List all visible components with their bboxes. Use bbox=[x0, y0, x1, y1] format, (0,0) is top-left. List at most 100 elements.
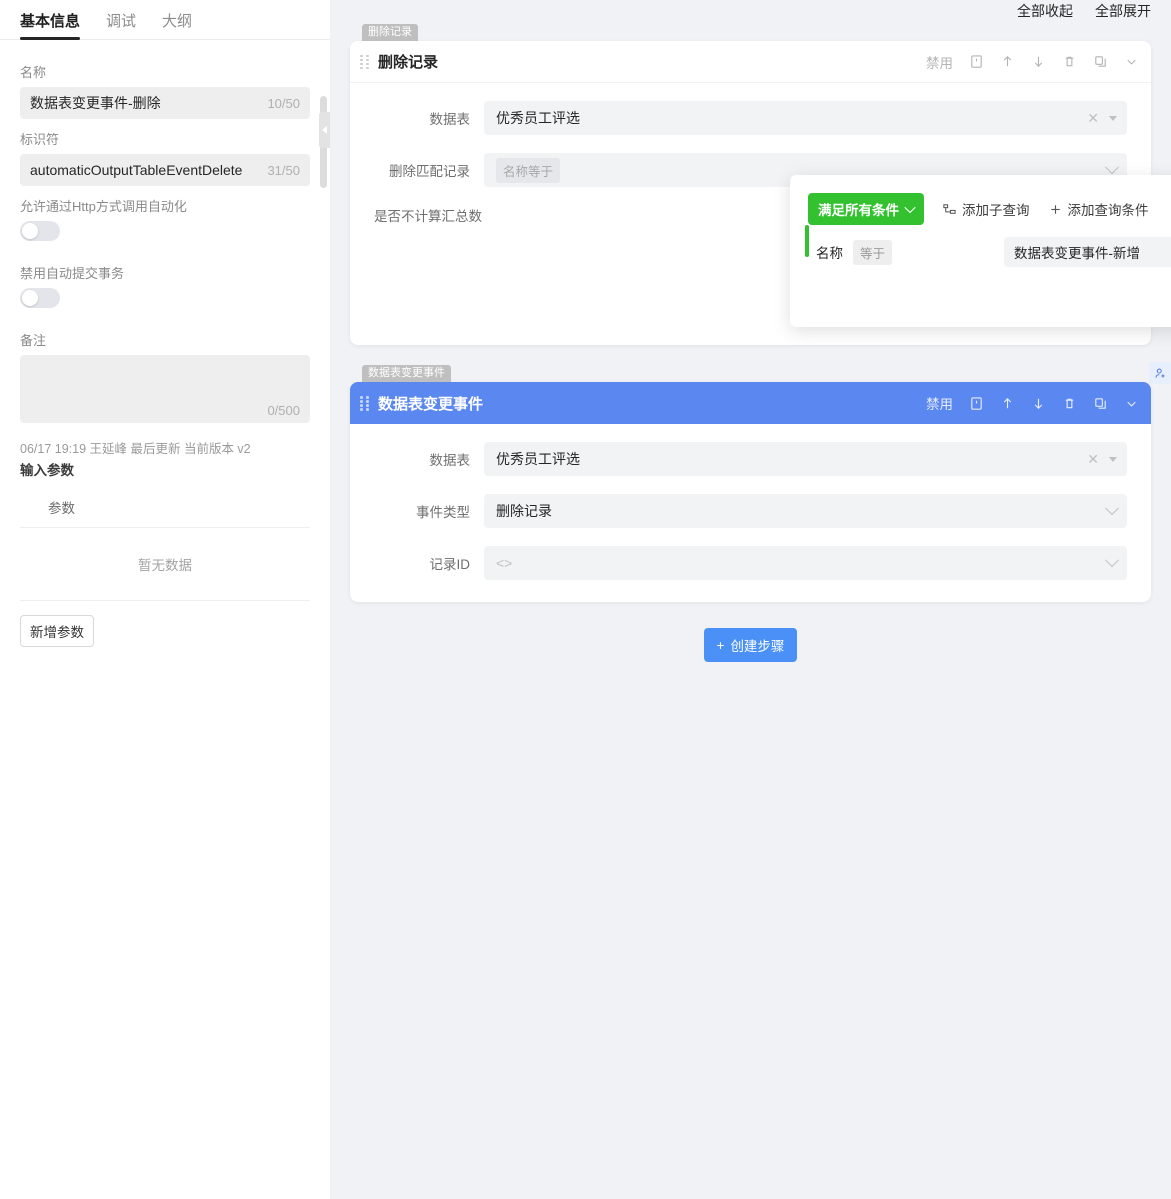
card2-title: 数据表变更事件 bbox=[378, 393, 483, 414]
match-mode-dropdown[interactable]: 满足所有条件 bbox=[808, 193, 924, 225]
remark-counter: 0/500 bbox=[267, 403, 300, 418]
move-down-icon[interactable] bbox=[1031, 54, 1046, 69]
disable-button[interactable]: 禁用 bbox=[926, 52, 953, 72]
card2-select-datatable[interactable]: 优秀员工评选 ✕ bbox=[484, 442, 1127, 476]
disable-button[interactable]: 禁用 bbox=[926, 393, 953, 413]
condition-row: 名称 等于 数据表变更事件-新增 原始值 忽略空值 bbox=[808, 237, 1171, 267]
condition-operator[interactable]: 等于 bbox=[853, 240, 892, 265]
create-step-wrap: + 创建步骤 bbox=[350, 628, 1151, 662]
condition-group-bar bbox=[805, 225, 809, 257]
params-table: 参数 暂无数据 bbox=[20, 489, 310, 601]
move-down-icon[interactable] bbox=[1031, 396, 1046, 411]
card2-row-datatable: 数据表 优秀员工评选 ✕ bbox=[374, 442, 1127, 476]
http-toggle-label: 允许通过Http方式调用自动化 bbox=[20, 196, 310, 215]
last-updated-meta: 06/17 19:19 王延峰 最后更新 当前版本 v2 bbox=[20, 441, 310, 458]
add-subquery-label: 添加子查询 bbox=[962, 199, 1030, 219]
card2-value-eventtype: 删除记录 bbox=[496, 501, 1107, 521]
card1-value-datatable: 优秀员工评选 bbox=[496, 108, 1087, 128]
identifier-input-value: automaticOutputTableEventDelete bbox=[30, 162, 242, 178]
card2-recordid-icons bbox=[1107, 558, 1117, 568]
params-column-header: 参数 bbox=[20, 489, 310, 528]
assign-user-icon[interactable] bbox=[1149, 362, 1171, 384]
chevron-down-icon[interactable] bbox=[1105, 501, 1119, 515]
card2-select-recordid[interactable]: <> bbox=[484, 546, 1127, 580]
steps-canvas: 删除记录 删除记录 禁用 bbox=[330, 22, 1171, 662]
identifier-input[interactable]: automaticOutputTableEventDelete 31/50 bbox=[20, 154, 310, 186]
card1-label-datatable: 数据表 bbox=[374, 108, 484, 128]
caret-down-icon[interactable] bbox=[1109, 116, 1117, 121]
card2-label-datatable: 数据表 bbox=[374, 449, 484, 469]
chevron-down-icon bbox=[904, 202, 915, 213]
chevron-down-icon[interactable] bbox=[1105, 160, 1119, 174]
card1-label-summary: 是否不计算汇总数 bbox=[374, 205, 482, 225]
note-icon[interactable] bbox=[969, 396, 984, 411]
add-condition-button[interactable]: 添加查询条件 bbox=[1048, 199, 1149, 219]
move-up-icon[interactable] bbox=[1000, 396, 1015, 411]
input-params-heading: 输入参数 bbox=[20, 459, 310, 479]
collapse-all-button[interactable]: 全部收起 bbox=[1017, 1, 1073, 21]
card2-row-eventtype: 事件类型 删除记录 bbox=[374, 494, 1127, 528]
card1-row-datatable: 数据表 优秀员工评选 ✕ bbox=[374, 101, 1127, 135]
chevron-down-icon[interactable] bbox=[1124, 396, 1139, 411]
name-input[interactable]: 数据表变更事件-删除 10/50 bbox=[20, 87, 310, 119]
card2-header: 数据表变更事件 禁用 bbox=[350, 382, 1151, 424]
expand-all-button[interactable]: 全部展开 bbox=[1095, 1, 1151, 21]
tab-debug[interactable]: 调试 bbox=[106, 10, 136, 39]
identifier-counter: 31/50 bbox=[267, 163, 300, 178]
chevron-down-icon[interactable] bbox=[1105, 553, 1119, 567]
clear-icon[interactable]: ✕ bbox=[1087, 111, 1099, 125]
card1-match-icons bbox=[1107, 165, 1117, 175]
sidebar-body: 名称 数据表变更事件-删除 10/50 标识符 automaticOutputT… bbox=[0, 40, 330, 647]
copy-icon[interactable] bbox=[1093, 396, 1108, 411]
match-mode-label: 满足所有条件 bbox=[818, 199, 899, 219]
move-up-icon[interactable] bbox=[1000, 54, 1015, 69]
drag-handle-icon[interactable] bbox=[360, 396, 370, 410]
drag-handle-icon[interactable] bbox=[360, 55, 370, 69]
card2-node-tag: 数据表变更事件 bbox=[362, 365, 451, 382]
chevron-left-icon bbox=[322, 126, 327, 134]
card2-eventtype-icons bbox=[1107, 506, 1117, 516]
sidebar-collapse-handle[interactable] bbox=[319, 112, 330, 148]
plus-icon bbox=[1048, 202, 1063, 217]
note-icon[interactable] bbox=[969, 54, 984, 69]
tab-basic-info[interactable]: 基本信息 bbox=[20, 10, 80, 39]
condition-value-input[interactable]: 数据表变更事件-新增 bbox=[1004, 237, 1171, 267]
card1-label-match: 删除匹配记录 bbox=[374, 160, 484, 180]
plus-icon: + bbox=[717, 638, 725, 653]
popup-footer: 确定 bbox=[790, 267, 1171, 327]
condition-group: 名称 等于 数据表变更事件-新增 原始值 忽略空值 bbox=[790, 225, 1171, 267]
step-card-table-change-event: 数据表变更事件 禁用 bbox=[350, 382, 1151, 602]
card1-select-datatable[interactable]: 优秀员工评选 ✕ bbox=[484, 101, 1127, 135]
identifier-label: 标识符 bbox=[20, 129, 310, 148]
txn-toggle-switch[interactable] bbox=[20, 288, 60, 308]
card2-select-eventtype[interactable]: 删除记录 bbox=[484, 494, 1127, 528]
main-canvas: 全部收起 全部展开 删除记录 删除记录 禁用 bbox=[330, 0, 1171, 1199]
delete-icon[interactable] bbox=[1062, 396, 1077, 411]
card1-datatable-icons: ✕ bbox=[1087, 111, 1117, 125]
add-subquery-button[interactable]: 添加子查询 bbox=[942, 199, 1030, 219]
left-sidebar: 基本信息 调试 大纲 名称 数据表变更事件-删除 10/50 标识符 autom… bbox=[0, 0, 330, 1199]
card1-node-tag: 删除记录 bbox=[362, 24, 418, 41]
add-param-button[interactable]: 新增参数 bbox=[20, 615, 94, 647]
chevron-down-icon[interactable] bbox=[1124, 54, 1139, 69]
delete-icon[interactable] bbox=[1062, 54, 1077, 69]
card2-placeholder-recordid: <> bbox=[496, 555, 1107, 571]
clear-icon[interactable]: ✕ bbox=[1087, 452, 1099, 466]
remark-textarea[interactable]: 0/500 bbox=[20, 355, 310, 423]
copy-icon[interactable] bbox=[1093, 54, 1108, 69]
condition-field-label[interactable]: 名称 bbox=[816, 242, 843, 262]
card2-label-eventtype: 事件类型 bbox=[374, 501, 484, 521]
add-condition-label: 添加查询条件 bbox=[1068, 199, 1149, 219]
http-toggle-switch[interactable] bbox=[20, 221, 60, 241]
caret-down-icon[interactable] bbox=[1109, 457, 1117, 462]
create-step-label: 创建步骤 bbox=[730, 635, 784, 655]
card1-title: 删除记录 bbox=[378, 51, 438, 72]
card2-body: 数据表 优秀员工评选 ✕ 事件类型 删除记录 bbox=[350, 424, 1151, 602]
tab-outline[interactable]: 大纲 bbox=[162, 10, 192, 39]
create-step-button[interactable]: + 创建步骤 bbox=[704, 628, 798, 662]
card1-chip-match: 名称等于 bbox=[496, 158, 560, 183]
name-counter: 10/50 bbox=[267, 96, 300, 111]
query-condition-popup: 满足所有条件 添加子查询 bbox=[790, 175, 1171, 327]
subquery-icon bbox=[942, 202, 957, 217]
card2-value-datatable: 优秀员工评选 bbox=[496, 449, 1087, 469]
